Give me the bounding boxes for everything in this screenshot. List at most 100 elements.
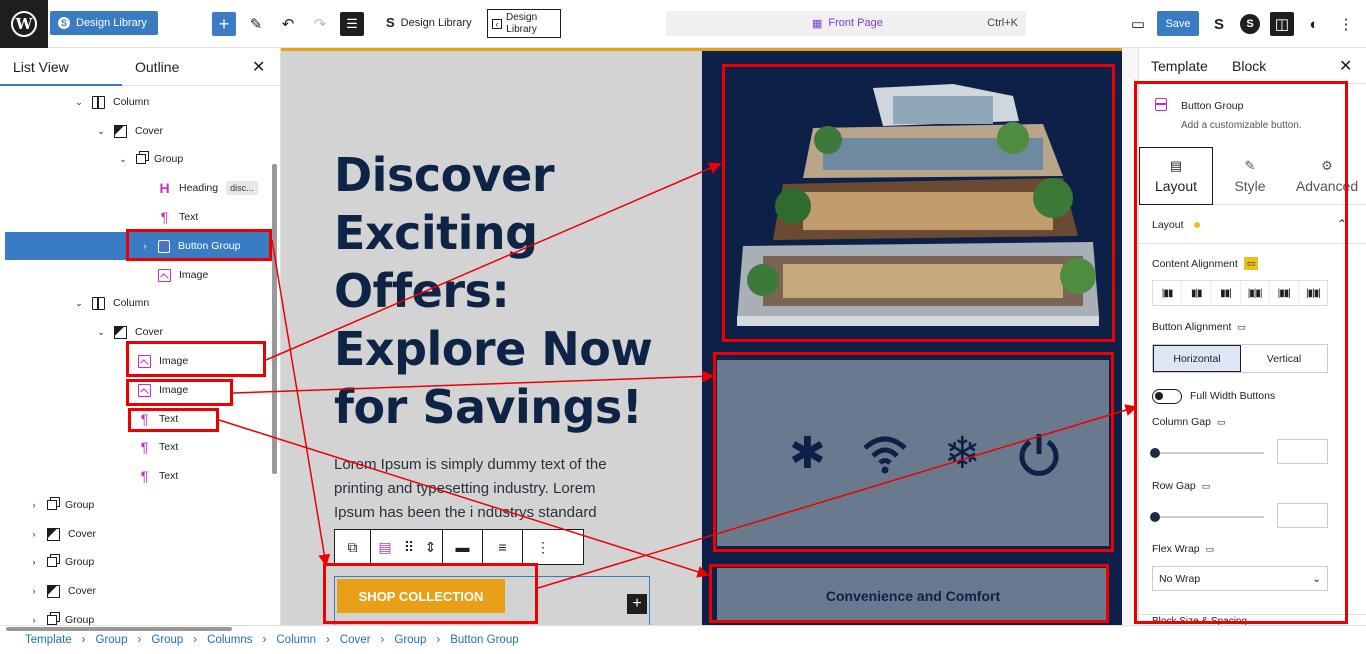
tab-style[interactable]: ✎ Style [1213,147,1287,205]
row-gap-slider[interactable] [1150,512,1264,522]
justify-alignment-icon[interactable]: ≡ [483,530,523,564]
pencil-icon[interactable]: ✎ [244,12,268,36]
house-image[interactable] [723,66,1107,334]
command-shortcut: Ctrl+K [987,17,1018,29]
horizontal-option[interactable]: Horizontal [1153,345,1241,372]
drag-handle-icon[interactable]: ⠿ [399,530,419,564]
list-item[interactable]: ¶ Text [138,466,179,486]
list-item[interactable]: Image [158,265,208,285]
align-end-icon[interactable]: ▮▮| [1211,281,1241,305]
wordpress-logo-icon[interactable]: W [0,0,48,48]
tab-list-view[interactable]: List View [13,59,69,75]
settings-sidebar: Template Block ✕ Button Group Add a cust… [1138,48,1366,625]
convenience-text[interactable]: Convenience and Comfort [717,568,1109,623]
full-width-toggle[interactable] [1152,389,1182,404]
breadcrumb-item[interactable]: Column [276,634,316,646]
list-item[interactable]: Image [138,380,188,400]
hero-heading[interactable]: Discover Exciting Offers: Explore Now fo… [334,146,664,436]
column-gap-input[interactable] [1277,439,1328,464]
space-around-icon[interactable]: |▮▮| [1270,281,1299,305]
settings-sidebar-icon[interactable]: ◫ [1270,12,1294,36]
button-group-icon[interactable]: ▤ [371,530,399,564]
site-button[interactable]: S Design Library [50,11,158,35]
column-gap-slider[interactable] [1150,448,1264,458]
undo-icon[interactable]: ↶ [276,12,300,36]
preview-device-icon[interactable]: ▭ [1126,12,1150,36]
desktop-icon[interactable]: ▭ [1243,257,1259,270]
breadcrumb-item[interactable]: Columns [207,634,252,646]
list-item[interactable]: ⌄ Column [74,92,149,112]
desktop-icon[interactable]: ▭ [1237,322,1246,333]
feature-icons-panel[interactable]: ✱ ❄ [717,360,1109,546]
list-item[interactable]: Image [138,351,188,371]
save-button[interactable]: Save [1157,11,1199,36]
layout-section-header[interactable]: Layout ⌃ [1139,206,1366,244]
breadcrumb-item[interactable]: Group [96,634,128,646]
space-between-icon[interactable]: |▮|▮| [1241,281,1270,305]
close-icon[interactable]: ✕ [1339,56,1352,76]
list-item[interactable]: ⌄ Column [74,293,149,313]
document-overview-button[interactable]: ☰ [340,12,364,36]
list-item[interactable]: › Group [29,552,95,572]
add-block-icon[interactable]: + [627,594,647,614]
styles-icon[interactable]: ◐ [1302,12,1326,36]
tab-template[interactable]: Template [1151,58,1208,74]
list-item[interactable]: ¶ Text [138,437,179,457]
list-scrollbar[interactable] [272,164,277,474]
design-library-plugin-icon[interactable]: S [1207,12,1231,36]
align-start-icon[interactable]: |▮▮ [1153,281,1183,305]
add-block-button[interactable]: + [212,12,236,36]
list-item[interactable]: ⌄ Cover [96,121,163,141]
list-item-button-group[interactable]: › Button Group [140,236,240,256]
tab-block[interactable]: Block [1232,58,1266,74]
list-item[interactable]: ⌄ Cover [96,322,163,342]
space-evenly-icon[interactable]: |▮|▮| [1299,281,1327,305]
command-palette[interactable]: ▦ Front Page Ctrl+K [666,11,1026,36]
group-icon [47,500,57,510]
breadcrumb-item[interactable]: Cover [340,634,371,646]
flex-wrap-select[interactable]: No Wrap ⌄ [1152,566,1328,591]
list-item[interactable]: ⌄ Group [118,149,183,169]
more-options-icon[interactable]: ⋮ [523,530,563,564]
canvas-scrollbar[interactable] [1122,48,1138,625]
cover-icon [114,325,127,339]
list-item[interactable]: › Group [29,495,95,515]
breadcrumb-item[interactable]: Group [151,634,183,646]
tab-layout[interactable]: ▤ Layout [1139,147,1213,205]
list-item[interactable]: H Heading disc... [158,178,258,198]
list-item[interactable]: › Group [29,610,94,625]
paragraph-icon: ¶ [140,411,149,427]
button-group-block[interactable]: SHOP COLLECTION [334,576,650,625]
options-icon[interactable]: ⋮ [1334,12,1358,36]
tab-advanced[interactable]: ⚙ Advanced [1287,147,1366,205]
horizontal-scrollbar[interactable] [6,627,232,631]
layout-section-title: Layout [1152,219,1184,231]
list-item[interactable]: › Cover [29,581,96,601]
doc-title-label: Design Library [400,16,472,29]
template-box-button[interactable]: ‹ Design Library [487,9,561,38]
doc-title[interactable]: S Design Library [386,15,472,30]
block-alignment-icon[interactable]: ▬ [443,530,483,564]
list-item[interactable]: ¶ Text [158,207,199,227]
list-item[interactable]: › Cover [29,524,96,544]
vertical-option[interactable]: Vertical [1241,345,1327,372]
breadcrumb-item[interactable]: Group [394,634,426,646]
hero-paragraph[interactable]: Lorem Ipsum is simply dummy text of the … [334,453,639,525]
row-gap-input[interactable] [1277,503,1328,528]
parent-group-icon[interactable]: ⧉ [335,530,371,564]
breadcrumb-item[interactable]: Button Group [450,634,518,646]
desktop-icon[interactable]: ▭ [1217,417,1226,428]
tab-outline[interactable]: Outline [135,59,179,75]
block-size-section[interactable]: Block Size & Spacing [1139,614,1366,625]
move-arrows-icon[interactable]: ⇕ [419,530,443,564]
desktop-icon[interactable]: ▭ [1206,544,1215,555]
redo-icon[interactable]: ↷ [308,12,332,36]
desktop-icon[interactable]: ▭ [1202,481,1211,492]
template-box-label: Design Library [506,11,538,35]
align-center-icon[interactable]: ▮|▮ [1182,281,1212,305]
close-icon[interactable]: ✕ [252,57,265,77]
breadcrumb-item[interactable]: Template [25,634,72,646]
list-item[interactable]: ¶ Text [138,409,179,429]
spectra-icon[interactable]: S [1238,12,1262,36]
shop-collection-button[interactable]: SHOP COLLECTION [337,579,505,613]
